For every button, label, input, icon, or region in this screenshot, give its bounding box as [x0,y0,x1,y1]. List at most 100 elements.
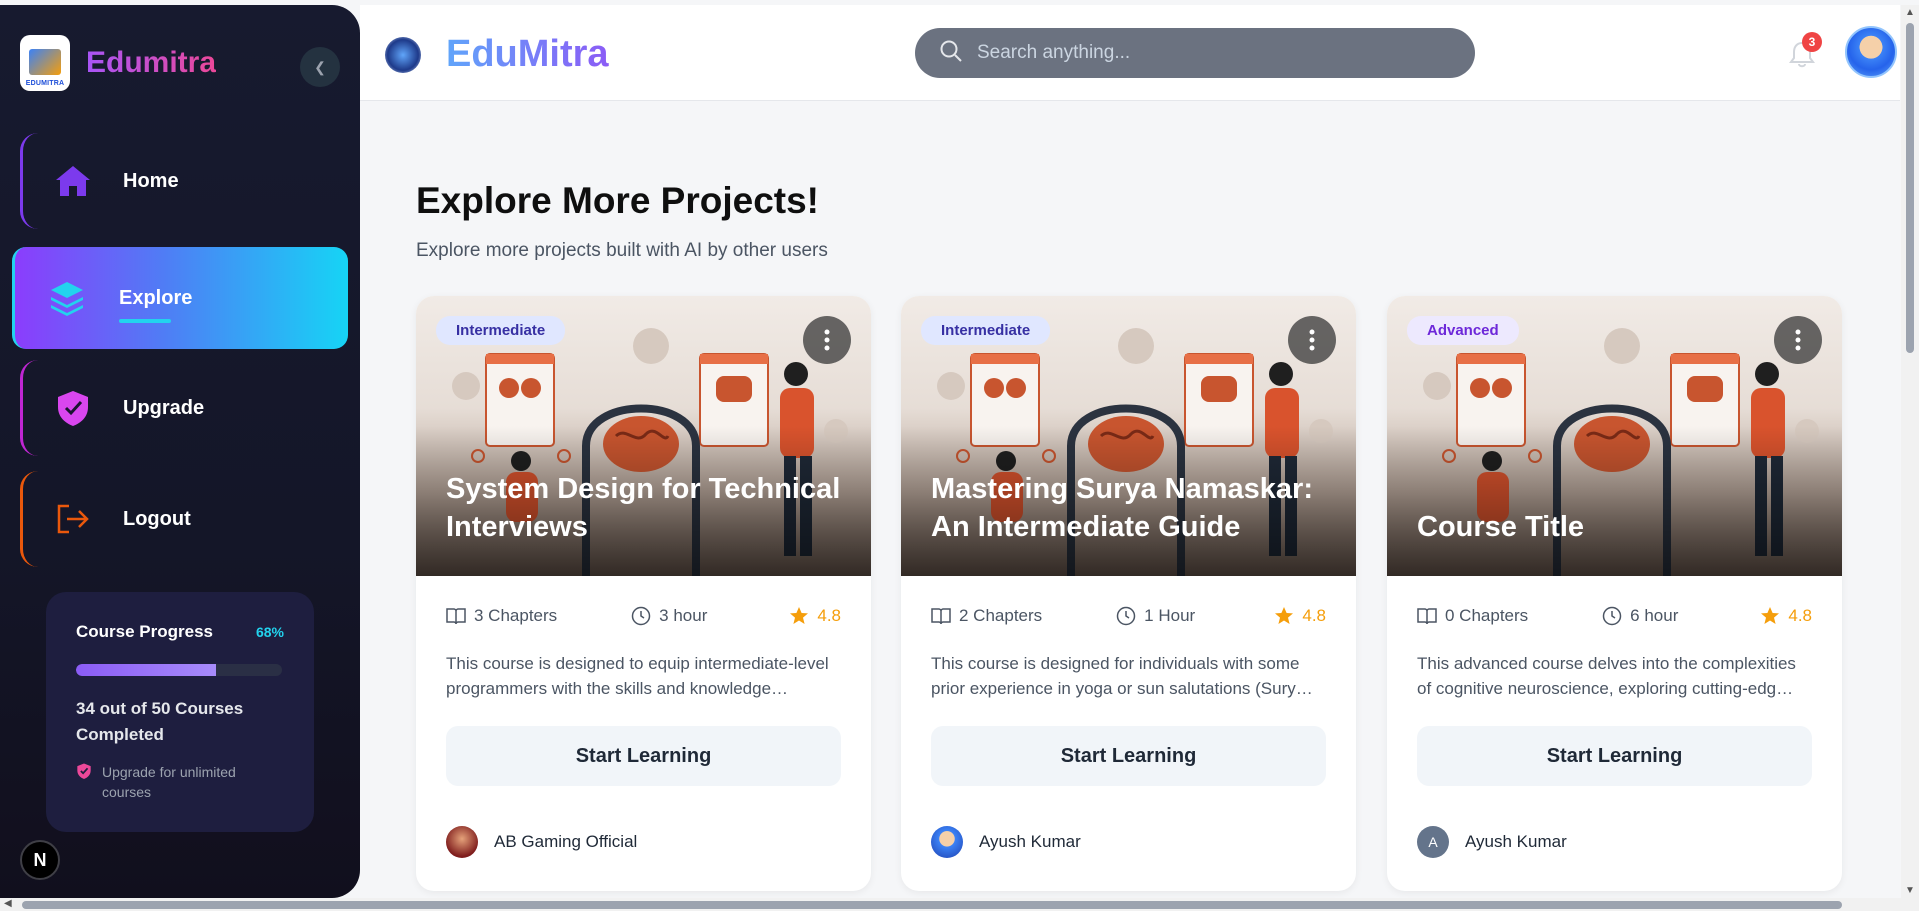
course-card[interactable]: Advanced Course Title 0 Chapters 6 hour … [1387,296,1842,891]
sidebar-item-explore[interactable]: Explore [12,247,348,349]
logout-icon [53,499,93,539]
level-badge: Intermediate [436,316,566,345]
book-open-icon [1417,608,1437,625]
course-author[interactable]: AB Gaming Official [446,826,637,858]
author-avatar [931,826,963,858]
search-bar[interactable] [915,28,1475,78]
book-open-icon [446,608,466,625]
top-bar: EduMitra 3 [360,5,1900,101]
chapters-meta: 0 Chapters [1417,606,1528,626]
sidebar: EDUMITRA Edumitra ❮ Home Explore Upgrade [0,5,360,898]
app-logo [385,37,421,73]
chapters-count: 0 Chapters [1445,606,1529,625]
user-avatar[interactable] [1845,26,1897,78]
course-meta: 3 Chapters 3 hour 4.8 [446,606,841,626]
duration-value: 6 hour [1630,606,1679,625]
sidebar-item-label: Logout [123,507,191,530]
star-icon [790,607,809,624]
course-card[interactable]: Intermediate Mastering Surya Namaskar: A… [901,296,1356,891]
rating-value: 4.8 [1788,606,1812,625]
course-author[interactable]: Ayush Kumar [931,826,1081,858]
more-options-button[interactable] [1288,316,1336,364]
rating-meta: 4.8 [1760,606,1812,626]
star-icon [1275,607,1294,624]
page-title: Explore More Projects! [416,180,820,221]
brand[interactable]: EDUMITRA Edumitra [20,35,216,91]
author-avatar [446,826,478,858]
progress-percent: 68% [255,624,284,640]
active-underline [119,318,171,323]
duration-meta: 6 hour [1602,606,1678,626]
more-vertical-icon [1795,329,1801,351]
rating-value: 4.8 [817,606,841,625]
chapters-count: 3 Chapters [474,606,558,625]
page-subtitle: Explore more projects built with AI by o… [416,240,828,261]
clock-icon [631,606,651,626]
start-learning-button[interactable]: Start Learning [931,726,1326,786]
search-icon [939,39,963,68]
sidebar-item-logout[interactable]: Logout [20,471,348,567]
author-avatar: A [1417,826,1449,858]
book-icon [29,49,61,75]
notification-count-badge: 3 [1802,32,1822,52]
brand-logo: EDUMITRA [20,35,70,91]
scroll-left-icon[interactable]: ◀ [4,898,12,909]
more-vertical-icon [1309,329,1315,351]
upgrade-hint-text: Upgrade for unlimited courses [102,764,236,800]
clock-icon [1602,606,1622,626]
scroll-up-icon[interactable]: ▲ [1905,7,1915,18]
course-description: This course is designed to equip interme… [446,651,841,701]
search-input[interactable] [977,42,1437,64]
duration-meta: 1 Hour [1116,606,1195,626]
course-author[interactable]: A Ayush Kumar [1417,826,1567,858]
clock-icon [1116,606,1136,626]
upgrade-hint[interactable]: Upgrade for unlimited courses [76,762,284,802]
chevron-left-icon: ❮ [314,58,326,75]
description-line: This advanced course delves into the com… [1417,654,1796,673]
course-cover-image: Intermediate Mastering Surya Namaskar: A… [901,296,1356,576]
layers-icon [47,278,87,318]
chapters-meta: 2 Chapters [931,606,1042,626]
course-title: Mastering Surya Namaskar: An Intermediat… [931,473,1313,543]
course-description: This advanced course delves into the com… [1417,651,1812,701]
course-card[interactable]: Intermediate System Design for Technical… [416,296,871,891]
sidebar-item-upgrade[interactable]: Upgrade [20,360,348,456]
rating-meta: 4.8 [789,606,841,626]
app-title: EduMitra [446,33,609,75]
course-title: System Design for Technical Interviews [446,473,841,543]
description-line: This course is designed for individuals … [931,654,1300,673]
rating-value: 4.8 [1302,606,1326,625]
scrollbar-thumb[interactable] [22,901,1842,909]
start-learning-button[interactable]: Start Learning [1417,726,1812,786]
author-name: AB Gaming Official [494,832,638,851]
progress-title: Course Progress [76,622,213,641]
sidebar-item-home[interactable]: Home [20,133,348,229]
description-line: of cognitive neuroscience, exploring cut… [1417,679,1794,698]
author-name: Ayush Kumar [1465,832,1567,851]
dev-indicator-badge[interactable]: N [20,840,60,880]
collapse-sidebar-button[interactable]: ❮ [300,47,340,87]
level-badge: Advanced [1407,316,1519,345]
horizontal-scrollbar[interactable]: ◀ [0,898,1919,911]
course-meta: 2 Chapters 1 Hour 4.8 [931,606,1326,626]
start-learning-button[interactable]: Start Learning [446,726,841,786]
shield-check-icon [76,762,92,785]
home-icon [53,161,93,201]
sidebar-item-label: Upgrade [123,396,205,419]
course-cover-image: Advanced Course Title [1387,296,1842,576]
book-open-icon [931,608,951,625]
course-title: Course Title [1417,511,1585,543]
more-options-button[interactable] [1774,316,1822,364]
course-cover-image: Intermediate System Design for Technical… [416,296,871,576]
brand-name: Edumitra [86,46,217,79]
description-line: programmers with the skills and knowledg… [446,679,789,698]
chapters-meta: 3 Chapters [446,606,557,626]
vertical-scrollbar[interactable]: ▲ ▼ [1901,5,1919,898]
more-options-button[interactable] [803,316,851,364]
duration-value: 1 Hour [1144,606,1196,625]
sidebar-item-label: Home [123,169,179,192]
shield-check-icon [53,388,93,428]
scroll-down-icon[interactable]: ▼ [1905,885,1915,896]
course-progress-card: Course Progress 68% 34 out of 50 Courses… [46,592,314,832]
scrollbar-thumb[interactable] [1906,23,1914,353]
